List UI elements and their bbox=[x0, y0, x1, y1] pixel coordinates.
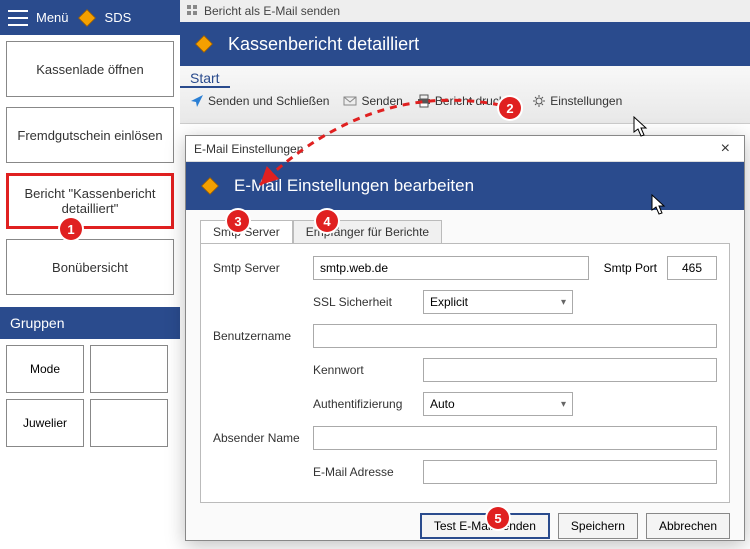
window-icon bbox=[186, 4, 198, 19]
hamburger-icon[interactable] bbox=[8, 10, 28, 26]
send-icon bbox=[190, 94, 204, 108]
ribbon-tab-start[interactable]: Start bbox=[180, 66, 230, 88]
report-banner: Kassenbericht detailliert bbox=[180, 22, 750, 66]
app-code: SDS bbox=[105, 10, 132, 25]
app-logo-icon bbox=[200, 176, 220, 196]
label-ssl-security: SSL Sicherheit bbox=[313, 295, 413, 309]
input-smtp-server[interactable] bbox=[313, 256, 589, 280]
tab-recipients[interactable]: Empfänger für Berichte bbox=[293, 220, 442, 243]
label-sender-name: Absender Name bbox=[213, 431, 303, 445]
report-window-title: Bericht als E-Mail senden bbox=[204, 4, 340, 18]
input-sender-name[interactable] bbox=[313, 426, 717, 450]
groups-row: Mode bbox=[0, 339, 180, 399]
tab-panel-smtp: Smtp Server Smtp Port SSL Sicherheit Exp… bbox=[200, 243, 730, 503]
annotation-badge-3: 3 bbox=[227, 210, 249, 232]
dialog-banner-title: E-Mail Einstellungen bearbeiten bbox=[234, 176, 474, 196]
select-value: Explicit bbox=[430, 295, 468, 309]
test-email-button[interactable]: Test E-Mail senden bbox=[420, 513, 550, 539]
close-icon[interactable]: × bbox=[715, 140, 736, 158]
groups-row: Juwelier bbox=[0, 399, 180, 453]
label-username: Benutzername bbox=[213, 329, 303, 343]
annotation-badge-1: 1 bbox=[60, 218, 82, 240]
save-button[interactable]: Speichern bbox=[558, 513, 638, 539]
tab-strip: Smtp Server Empfänger für Berichte bbox=[200, 220, 730, 243]
group-mode[interactable]: Mode bbox=[6, 345, 84, 393]
label-smtp-port: Smtp Port bbox=[599, 261, 657, 275]
chevron-down-icon: ▾ bbox=[561, 297, 566, 308]
action-send[interactable]: Senden bbox=[343, 94, 402, 108]
report-titlebar: Bericht als E-Mail senden bbox=[180, 0, 750, 22]
chevron-down-icon: ▾ bbox=[561, 399, 566, 410]
report-banner-title: Kassenbericht detailliert bbox=[228, 34, 419, 55]
tile-label: Bonübersicht bbox=[52, 260, 128, 275]
action-settings[interactable]: Einstellungen bbox=[532, 94, 622, 108]
menu-label: Menü bbox=[36, 10, 69, 25]
cursor-icon bbox=[651, 194, 667, 216]
select-value: Auto bbox=[430, 397, 455, 411]
groups-header-label: Gruppen bbox=[10, 315, 64, 331]
group-label: Mode bbox=[30, 362, 60, 376]
input-smtp-port[interactable] bbox=[667, 256, 717, 280]
dialog-body: Smtp Server Empfänger für Berichte Smtp … bbox=[186, 210, 744, 503]
group-juwelier[interactable]: Juwelier bbox=[6, 399, 84, 447]
groups-header: Gruppen bbox=[0, 307, 180, 339]
label-password: Kennwort bbox=[313, 363, 413, 377]
group-empty[interactable] bbox=[90, 345, 168, 393]
button-label: Abbrechen bbox=[659, 519, 717, 533]
tile-label: Kassenlade öffnen bbox=[36, 62, 143, 77]
select-authentication[interactable]: Auto ▾ bbox=[423, 392, 573, 416]
select-ssl-security[interactable]: Explicit ▾ bbox=[423, 290, 573, 314]
dialog-titlebar: E-Mail Einstellungen × bbox=[186, 136, 744, 162]
tile-open-drawer[interactable]: Kassenlade öffnen bbox=[6, 41, 174, 97]
tile-list: Kassenlade öffnen Fremdgutschein einlöse… bbox=[0, 35, 180, 301]
input-username[interactable] bbox=[313, 324, 717, 348]
action-label: Senden bbox=[361, 94, 402, 108]
cursor-icon bbox=[633, 116, 649, 138]
tile-cash-report[interactable]: Bericht "Kassenbericht detailliert" bbox=[6, 173, 174, 229]
report-ribbon: Start Senden und Schließen Senden Berich… bbox=[180, 66, 750, 124]
label-email-address: E-Mail Adresse bbox=[313, 465, 413, 479]
label-authentication: Authentifizierung bbox=[313, 397, 413, 411]
dialog-button-bar: Test E-Mail senden Speichern Abbrechen bbox=[186, 503, 744, 549]
ribbon-tab-label: Start bbox=[190, 70, 220, 86]
input-password[interactable] bbox=[423, 358, 717, 382]
button-label: Speichern bbox=[571, 519, 625, 533]
mail-icon bbox=[343, 94, 357, 108]
action-label: Einstellungen bbox=[550, 94, 622, 108]
annotation-badge-5: 5 bbox=[487, 507, 509, 529]
group-label: Juwelier bbox=[23, 416, 67, 430]
app-logo-icon bbox=[77, 8, 97, 28]
tile-receipt-overview[interactable]: Bonübersicht bbox=[6, 239, 174, 295]
action-send-close[interactable]: Senden und Schließen bbox=[190, 94, 329, 108]
input-email-address[interactable] bbox=[423, 460, 717, 484]
report-window: Bericht als E-Mail senden Kassenbericht … bbox=[180, 0, 750, 124]
tile-redeem-voucher[interactable]: Fremdgutschein einlösen bbox=[6, 107, 174, 163]
menu-header: Menü SDS bbox=[0, 0, 180, 35]
annotation-badge-2: 2 bbox=[499, 97, 521, 119]
printer-icon bbox=[417, 94, 431, 108]
action-label: Senden und Schließen bbox=[208, 94, 329, 108]
sidebar: Menü SDS Kassenlade öffnen Fremdgutschei… bbox=[0, 0, 180, 546]
ribbon-actions: Senden und Schließen Senden Bericht druc… bbox=[180, 88, 750, 114]
dialog-title: E-Mail Einstellungen bbox=[194, 142, 303, 156]
label-smtp-server: Smtp Server bbox=[213, 261, 303, 275]
annotation-badge-4: 4 bbox=[316, 210, 338, 232]
cancel-button[interactable]: Abbrechen bbox=[646, 513, 730, 539]
group-empty[interactable] bbox=[90, 399, 168, 447]
app-logo-icon bbox=[194, 34, 214, 54]
tile-label: Bericht "Kassenbericht detailliert" bbox=[13, 186, 167, 216]
gear-icon bbox=[532, 94, 546, 108]
tile-label: Fremdgutschein einlösen bbox=[17, 128, 162, 143]
button-label: Test E-Mail senden bbox=[434, 519, 536, 533]
